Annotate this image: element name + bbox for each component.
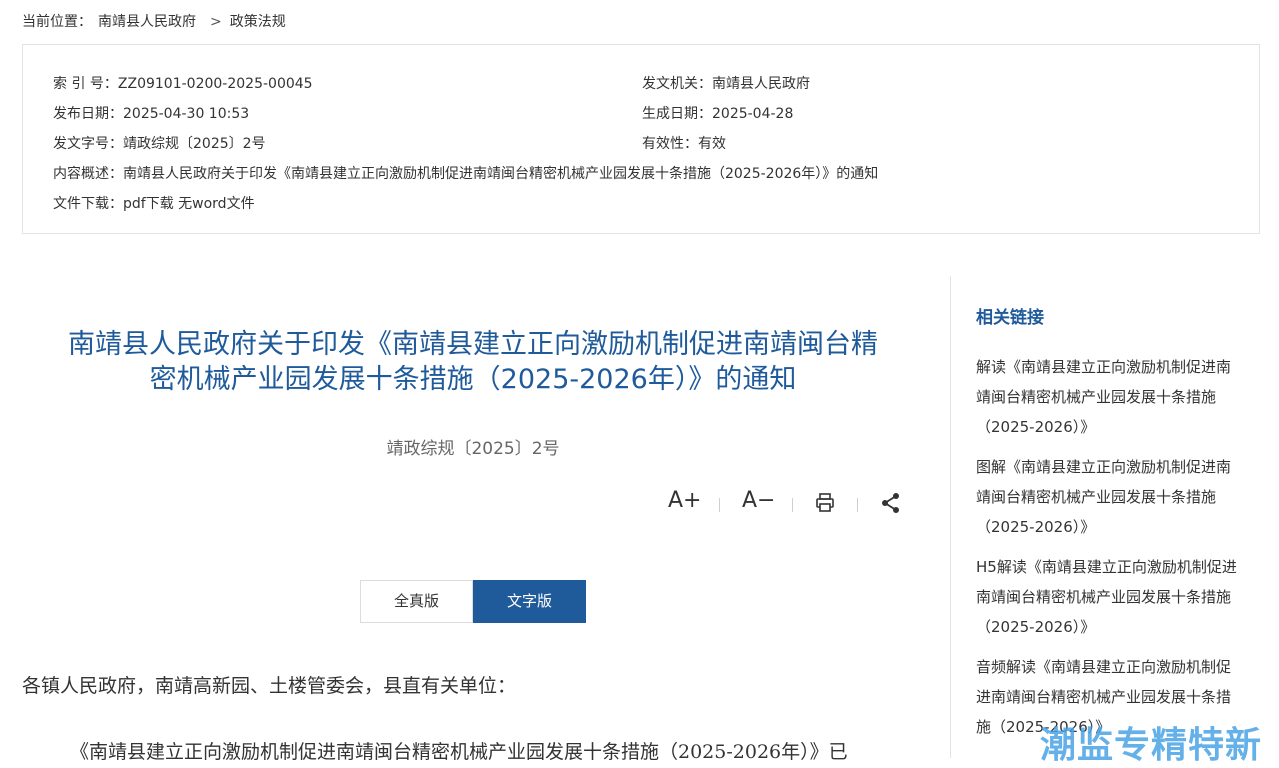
link-line: （2025-2026）》 xyxy=(976,618,1096,636)
version-tabs: 全真版 文字版 xyxy=(360,580,586,623)
meta-validity-label: 有效性： xyxy=(642,136,698,152)
print-icon-graphic xyxy=(816,493,834,512)
related-link-graphic[interactable]: 图解《南靖县建立正向激励机制促进南 靖闽台精密机械产业园发展十条措施 （2025… xyxy=(976,452,1261,542)
link-line: 音频解读《南靖县建立正向激励机制促 xyxy=(976,658,1232,676)
share-icon-graphic xyxy=(882,493,899,513)
link-line: 靖闽台精密机械产业园发展十条措施 xyxy=(976,488,1217,506)
link-line: （2025-2026）》 xyxy=(976,418,1096,436)
meta-docno-label: 发文字号： xyxy=(53,136,123,152)
meta-issuer: 发文机关：南靖县人民政府 xyxy=(642,73,810,93)
breadcrumb-prefix: 当前位置： xyxy=(22,14,92,30)
font-increase-button[interactable]: A+ xyxy=(668,488,701,513)
related-link-interpretation[interactable]: 解读《南靖县建立正向激励机制促进南 靖闽台精密机械产业园发展十条措施 （2025… xyxy=(976,352,1261,442)
pdf-download-link[interactable]: pdf下载 xyxy=(123,196,174,212)
link-line: 进南靖闽台精密机械产业园发展十条措 xyxy=(976,688,1232,706)
tab-full-version[interactable]: 全真版 xyxy=(360,580,473,623)
meta-issuer-value: 南靖县人民政府 xyxy=(712,76,810,92)
document-number: 靖政综规〔2025〕2号 xyxy=(386,439,560,459)
tab-text-version[interactable]: 文字版 xyxy=(473,580,586,623)
document-meta-box: 索 引 号：ZZ09101-0200-2025-00045 发文机关：南靖县人民… xyxy=(22,44,1260,234)
breadcrumb-current-link[interactable]: 政策法规 xyxy=(230,14,286,30)
breadcrumb-home-link[interactable]: 南靖县人民政府 xyxy=(98,14,196,30)
link-line: 靖闽台精密机械产业园发展十条措施 xyxy=(976,388,1217,406)
meta-index: 索 引 号：ZZ09101-0200-2025-00045 xyxy=(53,73,313,93)
related-links-title: 相关链接 xyxy=(976,308,1044,328)
meta-summary: 内容概述：南靖县人民政府关于印发《南靖县建立正向激励机制促进南靖闽台精密机械产业… xyxy=(53,163,878,183)
link-line: 南靖闽台精密机械产业园发展十条措施 xyxy=(976,588,1232,606)
meta-publish-value: 2025-04-30 10:53 xyxy=(123,106,250,122)
meta-validity: 有效性：有效 xyxy=(642,133,726,153)
related-link-h5[interactable]: H5解读《南靖县建立正向激励机制促进 南靖闽台精密机械产业园发展十条措施 （20… xyxy=(976,552,1261,642)
title-line-2: 密机械产业园发展十条措施（2025-2026年）》的通知 xyxy=(149,364,797,395)
meta-publish-date: 发布日期：2025-04-30 10:53 xyxy=(53,103,249,123)
meta-created-date: 生成日期：2025-04-28 xyxy=(642,103,793,123)
meta-summary-label: 内容概述： xyxy=(53,166,123,182)
print-icon[interactable] xyxy=(814,492,836,520)
font-decrease-button[interactable]: A− xyxy=(742,488,775,513)
meta-issuer-label: 发文机关： xyxy=(642,76,712,92)
meta-doc-number: 发文字号：靖政综规〔2025〕2号 xyxy=(53,133,266,153)
title-line-1: 南靖县人民政府关于印发《南靖县建立正向激励机制促进南靖闽台精 xyxy=(68,329,878,360)
meta-download-label: 文件下载： xyxy=(53,196,123,212)
watermark-logo: 潮监专精特新 xyxy=(1040,725,1263,766)
meta-summary-value: 南靖县人民政府关于印发《南靖县建立正向激励机制促进南靖闽台精密机械产业园发展十条… xyxy=(123,166,879,182)
meta-publish-label: 发布日期： xyxy=(53,106,123,122)
column-divider xyxy=(950,276,951,758)
share-icon[interactable] xyxy=(880,492,902,520)
breadcrumb-separator: > xyxy=(210,14,222,30)
link-line: （2025-2026）》 xyxy=(976,518,1096,536)
breadcrumb: 当前位置： 南靖县人民政府 > 政策法规 xyxy=(22,11,292,31)
toolbar-divider xyxy=(857,498,858,512)
meta-validity-value: 有效 xyxy=(698,136,726,152)
toolbar-divider xyxy=(719,498,720,512)
word-download-status: 无word文件 xyxy=(178,196,255,212)
link-line: H5解读《南靖县建立正向激励机制促进 xyxy=(976,558,1237,576)
meta-download: 文件下载：pdf下载 无word文件 xyxy=(53,193,255,213)
meta-index-value: ZZ09101-0200-2025-00045 xyxy=(117,76,313,92)
link-line: 解读《南靖县建立正向激励机制促进南 xyxy=(976,358,1232,376)
meta-index-label: 索 引 号： xyxy=(53,76,118,92)
article-paragraph: 《南靖县建立正向激励机制促进南靖闽台精密机械产业园发展十条措施（2025-202… xyxy=(70,741,848,763)
page-title: 南靖县人民政府关于印发《南靖县建立正向激励机制促进南靖闽台精 密机械产业园发展十… xyxy=(40,327,906,397)
link-line: 图解《南靖县建立正向激励机制促进南 xyxy=(976,458,1232,476)
meta-docno-value: 靖政综规〔2025〕2号 xyxy=(123,136,266,152)
article-salutation: 各镇人民政府，南靖高新园、土楼管委会，县直有关单位： xyxy=(22,675,517,697)
meta-created-value: 2025-04-28 xyxy=(712,106,794,122)
meta-created-label: 生成日期： xyxy=(642,106,712,122)
toolbar-divider xyxy=(792,498,793,512)
